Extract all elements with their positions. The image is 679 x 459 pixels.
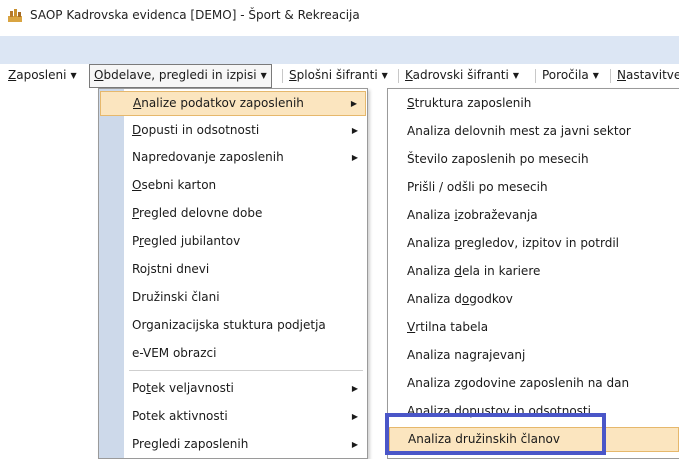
submenu2-item[interactable]: Analiza dela in kariere xyxy=(389,259,679,284)
menu-item-label: Analiza družinskih članov xyxy=(408,432,560,446)
submenu-arrow-icon: ▶ xyxy=(350,99,357,108)
chevron-down-icon: ▼ xyxy=(381,71,388,80)
menu-separator xyxy=(282,69,283,83)
submenu2-item[interactable]: Analiza pregledov, izpitov in potrdil xyxy=(389,231,679,256)
submenu1-item[interactable]: Rojstni dnevi xyxy=(100,257,366,282)
menu-item-label: Analize podatkov zaposlenih xyxy=(133,96,304,110)
submenu-arrow-icon: ▶ xyxy=(351,440,358,449)
menu-item-label: Analiza izobraževanja xyxy=(407,208,538,222)
menu-item-label: Pregled delovne dobe xyxy=(132,206,263,220)
submenu2-item[interactable]: Analiza delovnih mest za javni sektor xyxy=(389,119,679,144)
submenu1-item[interactable]: Napredovanje zaposlenih ▶ xyxy=(100,145,366,170)
menu-item-label: Analiza zgodovine zaposlenih na dan xyxy=(407,376,630,390)
menu-obdelave[interactable]: Obdelave, pregledi in izpisi ▼ xyxy=(89,64,272,88)
submenu1-item[interactable]: Analize podatkov zaposlenih ▶ xyxy=(100,91,366,116)
menu-item-label: Struktura zaposlenih xyxy=(407,96,532,110)
menu-item-label: Potek aktivnosti xyxy=(132,409,228,423)
menu-bar: Zaposleni ▼ Obdelave, pregledi in izpisi ▼… xyxy=(0,64,679,88)
menu-item-label: Družinski člani xyxy=(132,290,220,304)
submenu1-item[interactable]: Potek veljavnosti ▶ xyxy=(100,376,366,401)
chevron-down-icon: ▼ xyxy=(70,71,77,80)
menu-item-label: Napredovanje zaposlenih xyxy=(132,150,284,164)
submenu-obdelave: Analize podatkov zaposlenih ▶ Dopusti in o… xyxy=(98,88,368,459)
submenu2-item[interactable]: Vrtilna tabela xyxy=(389,315,679,340)
menu-item-label: Pregled jubilantov xyxy=(132,234,241,248)
menu-separator xyxy=(398,69,399,83)
submenu2-item[interactable]: Analiza dogodkov xyxy=(389,287,679,312)
submenu-arrow-icon: ▶ xyxy=(351,153,358,162)
menu-item-label: Število zaposlenih po mesecih xyxy=(407,152,589,166)
menu-splosni-sifranti[interactable]: Splošni šifranti ▼ xyxy=(285,64,392,86)
submenu2-item[interactable]: Struktura zaposlenih xyxy=(389,91,679,116)
submenu2-item[interactable]: Analiza dopustov in odsotnosti xyxy=(389,399,679,424)
submenu1-item[interactable]: Dopusti in odsotnosti ▶ xyxy=(100,118,366,143)
submenu1-item[interactable]: Organizacijska stuktura podjetja xyxy=(100,313,366,338)
menu-separator xyxy=(535,69,536,83)
menu-item-label: Analiza dogodkov xyxy=(407,292,513,306)
submenu-arrow-icon: ▶ xyxy=(351,384,358,393)
chevron-down-icon: ▼ xyxy=(592,71,599,80)
submenu-arrow-icon: ▶ xyxy=(351,126,358,135)
submenu1-item[interactable]: Osebni karton xyxy=(100,173,366,198)
menu-item-label: Analiza pregledov, izpitov in potrdil xyxy=(407,236,619,250)
submenu-arrow-icon: ▶ xyxy=(351,412,358,421)
menu-item-label: e-VEM obrazci xyxy=(132,346,217,360)
menu-item-label: Dopusti in odsotnosti xyxy=(132,123,260,137)
menu-separator xyxy=(610,69,611,83)
submenu1-item[interactable]: Pregledi zaposlenih ▶ xyxy=(100,432,366,457)
menu-zaposleni[interactable]: Zaposleni ▼ xyxy=(4,64,81,86)
menu-kadrovski-sifranti[interactable]: Kadrovski šifranti ▼ xyxy=(401,64,523,86)
menu-item-label: Vrtilna tabela xyxy=(407,320,489,334)
window-title: SAOP Kadrovska evidenca [DEMO] - Šport &… xyxy=(30,8,360,22)
submenu1-item[interactable]: Pregled delovne dobe xyxy=(100,201,366,226)
submenu1-item[interactable]: Potek aktivnosti ▶ xyxy=(100,404,366,429)
menu-item-label: Osebni karton xyxy=(132,178,217,192)
submenu2-item[interactable]: Analiza nagrajevanj xyxy=(389,343,679,368)
submenu1-item[interactable]: e-VEM obrazci xyxy=(100,341,366,366)
submenu2-item[interactable]: Analiza zgodovine zaposlenih na dan xyxy=(389,371,679,396)
chevron-down-icon: ▼ xyxy=(512,71,520,80)
menu-item-label: Organizacijska stuktura podjetja xyxy=(132,318,326,332)
menu-separator xyxy=(129,370,363,371)
submenu2-item[interactable]: Število zaposlenih po mesecih xyxy=(389,147,679,172)
submenu2-item[interactable]: Analiza izobraževanja xyxy=(389,203,679,228)
title-bar: SAOP Kadrovska evidenca [DEMO] - Šport &… xyxy=(0,0,679,36)
menu-item-label: Analiza delovnih mest za javni sektor xyxy=(407,124,631,138)
menu-item-label: Rojstni dnevi xyxy=(132,262,210,276)
menu-nastavitve[interactable]: Nastavitve xyxy=(613,64,679,86)
submenu1-item[interactable]: Družinski člani xyxy=(100,285,366,310)
menu-item-label: Prišli / odšli po mesecih xyxy=(407,180,548,194)
submenu2-item[interactable]: Prišli / odšli po mesecih xyxy=(389,175,679,200)
app-icon xyxy=(8,9,22,22)
menu-item-label: Analiza nagrajevanj xyxy=(407,348,526,362)
submenu-analize: Struktura zaposlenih Analiza delovnih mes… xyxy=(387,88,679,459)
menu-item-label: Potek veljavnosti xyxy=(132,381,234,395)
chevron-down-icon: ▼ xyxy=(260,71,267,80)
menu-item-label: Analiza dopustov in odsotnosti xyxy=(407,404,591,418)
ribbon-band xyxy=(0,36,679,64)
submenu1-item[interactable]: Pregled jubilantov xyxy=(100,229,366,254)
submenu2-item[interactable]: Analiza družinskih članov xyxy=(389,427,679,452)
menu-item-label: Analiza dela in kariere xyxy=(407,264,541,278)
menu-item-label: Pregledi zaposlenih xyxy=(132,437,249,451)
menu-porocila[interactable]: Poročila ▼ xyxy=(538,64,603,86)
